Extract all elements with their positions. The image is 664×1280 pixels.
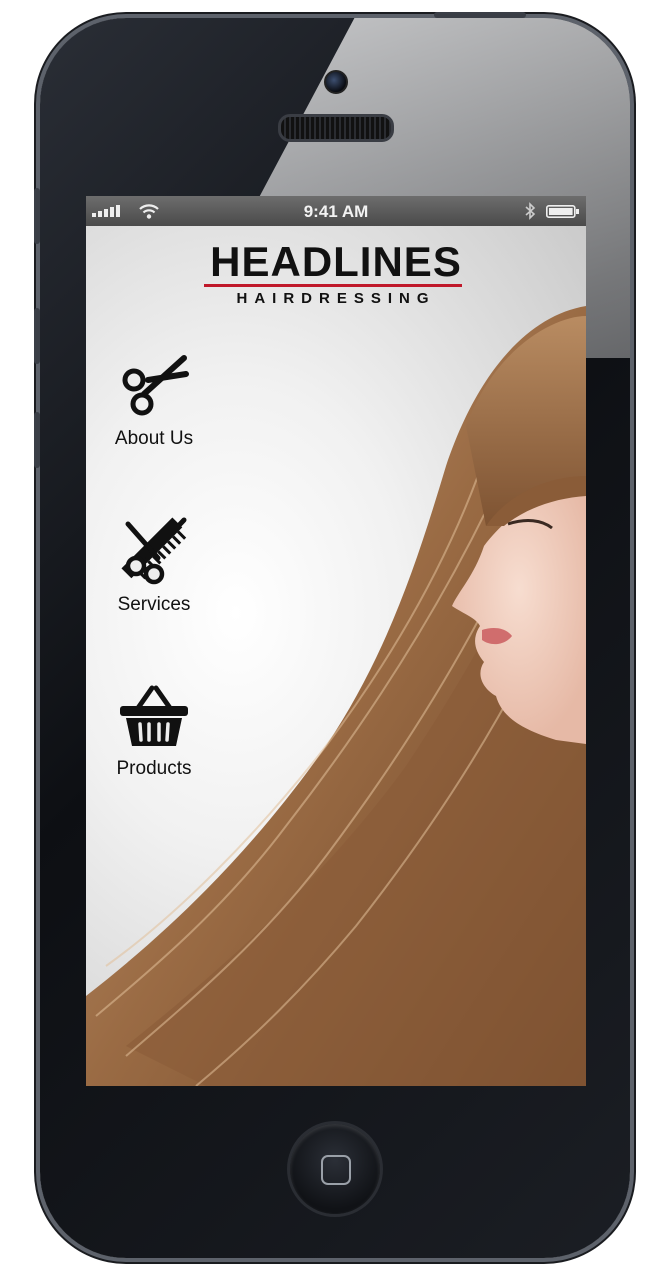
- screen: 9:41 AM HEADLINES HAIRDRESSING About Us …: [86, 196, 586, 1086]
- earpiece-speaker: [278, 114, 394, 142]
- shopping-basket-icon: [120, 685, 188, 746]
- volume-down-button: [34, 412, 40, 468]
- status-time: 9:41 AM: [303, 202, 369, 221]
- menu-item-services[interactable]: Services: [102, 510, 206, 616]
- app-home: HEADLINES HAIRDRESSING About Us Services…: [86, 226, 586, 1086]
- status-bar: 9:41 AM: [86, 196, 586, 226]
- menu-item-label: About Us: [114, 428, 194, 449]
- brand-subtitle: HAIRDRESSING: [236, 290, 436, 307]
- power-button: [434, 12, 526, 18]
- brand-title: HEADLINES: [210, 238, 462, 285]
- menu-item-products[interactable]: Products: [102, 674, 206, 780]
- menu-item-label: Products: [116, 758, 192, 779]
- scissors-icon: [122, 355, 189, 416]
- volume-up-button: [34, 308, 40, 364]
- silent-switch: [34, 188, 40, 244]
- phone-frame: 9:41 AM HEADLINES HAIRDRESSING About Us …: [34, 12, 630, 1258]
- battery-icon: [546, 205, 579, 218]
- home-square-icon: [321, 1155, 351, 1185]
- front-camera: [324, 70, 348, 94]
- menu-item-about-us[interactable]: About Us: [102, 344, 206, 450]
- scissors-comb-icon: [121, 517, 187, 585]
- brand-rule: [204, 284, 462, 287]
- bluetooth-icon: [525, 202, 536, 220]
- home-button[interactable]: [290, 1124, 380, 1214]
- menu-item-label: Services: [117, 594, 191, 615]
